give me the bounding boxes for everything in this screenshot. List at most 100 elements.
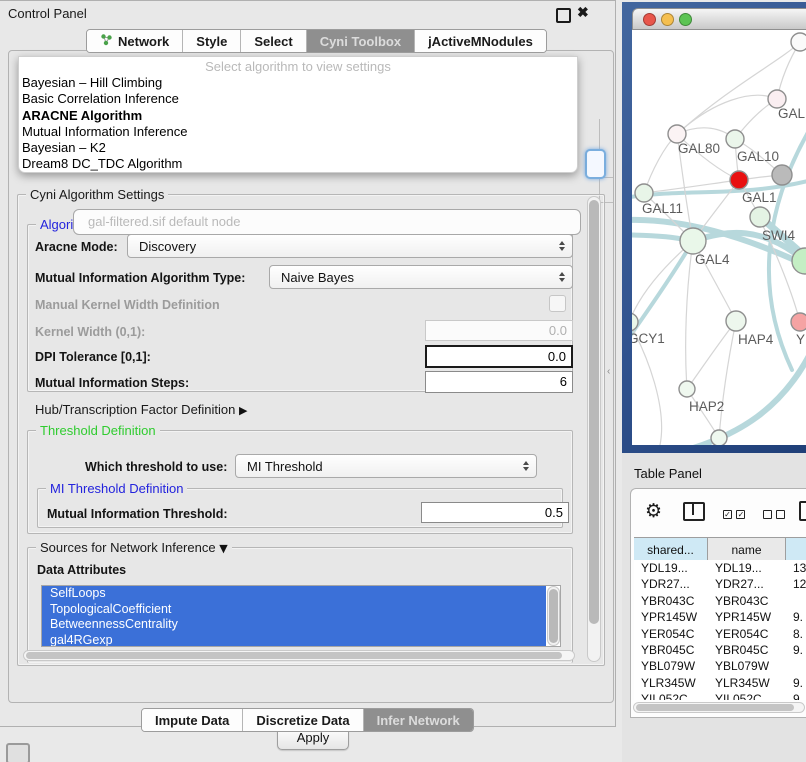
table-row[interactable]: YBR043CYBR043C [634,593,806,609]
table-row[interactable]: YDL19...YDL19...13 [634,560,806,576]
table-panel-title: Table Panel [634,466,702,481]
node-label-Y: Y [796,332,805,347]
dpi-tolerance-field[interactable]: 0.0 [425,345,573,368]
mi-threshold-field[interactable]: 0.5 [421,502,569,523]
network-node-node-bottom[interactable] [711,430,727,445]
table-hscrollbar[interactable] [633,702,805,713]
sources-group-title[interactable]: Sources for Network Inference ▼ [36,540,232,555]
table-row[interactable]: YIL052CYIL052C9 [634,691,806,700]
tab-style[interactable]: Style [183,30,241,52]
kernel-width-field[interactable]: 0.0 [425,320,573,341]
control-panel: Control Panel ✖ NetworkStyleSelectCyni T… [0,0,616,727]
network-node-node-top[interactable] [791,33,806,51]
table-cell: 9. [786,609,806,625]
tab-label: Select [254,34,292,49]
window-close-icon[interactable] [643,13,656,26]
float-icon[interactable] [556,8,571,23]
data-attributes-list[interactable]: SelfLoopsTopologicalCoefficientBetweenne… [41,585,561,647]
algorithm-option-dream8-dc-tdc-algorithm[interactable]: Dream8 DC_TDC Algorithm [19,156,577,172]
unchecked-pair-icon[interactable] [763,506,785,524]
bottom-tab-infer-network[interactable]: Infer Network [364,709,473,731]
table-hscrollbar-thumb[interactable] [636,704,794,711]
which-threshold-value: MI Threshold [247,459,323,474]
node-label-GAL: GAL [778,106,806,121]
tab-cyni-toolbox[interactable]: Cyni Toolbox [307,30,415,52]
column-header-name[interactable]: name [708,538,786,561]
table-cell: YER054C [708,626,786,642]
table-row[interactable]: YLR345WYLR345W9. [634,675,806,691]
algorithm-option-aracne-algorithm[interactable]: ARACNE Algorithm [19,108,577,124]
spinner-arrows-icon [559,272,565,282]
manual-kernel-checkbox[interactable] [549,295,566,312]
settings-scrollbar[interactable] [587,196,601,662]
tab-network[interactable]: Network [87,30,183,52]
table-row[interactable]: YPR145WYPR145W9. [634,609,806,625]
node-label-GAL11: GAL11 [642,201,683,216]
split-columns-icon[interactable] [683,502,705,521]
table-cell [786,593,806,609]
bottom-tab-impute-data[interactable]: Impute Data [142,709,243,731]
table-row[interactable]: YBL079WYBL079W [634,658,806,674]
tab-select[interactable]: Select [241,30,306,52]
sources-hscrollbar-thumb[interactable] [26,652,562,659]
table-header-row: shared...name [634,537,806,562]
aracne-mode-combo[interactable]: Discovery [127,234,573,258]
application-root: Control Panel ✖ NetworkStyleSelectCyni T… [0,0,806,762]
network-canvas[interactable]: GALGAL80GAL10GAL1SWI4GAL11GAL4GCY1HAP4YH… [632,30,806,445]
table-row[interactable]: YER054CYER054C8. [634,626,806,642]
hidden-combo-spinner-fragment[interactable] [585,149,606,179]
network-window-titlebar[interactable] [632,8,806,30]
table-row[interactable]: YDR27...YDR27...12 [634,576,806,592]
node-label-GAL10: GAL10 [737,149,779,164]
close-icon[interactable]: ✖ [577,4,589,21]
network-node-SWI4[interactable] [750,207,770,227]
network-node-GAL10[interactable] [726,130,744,148]
algorithm-option-bayesian-hill-climbing[interactable]: Bayesian – Hill Climbing [19,75,577,91]
attributes-scrollbar-thumb[interactable] [549,589,558,643]
table-cell: 9. [786,642,806,658]
algorithm-option-mutual-information-inference[interactable]: Mutual Information Inference [19,124,577,140]
hub-definition-section[interactable]: Hub/Transcription Factor Definition ▶ [35,402,247,417]
network-combo-fragment[interactable]: gal-filtered.sif default node [73,209,581,235]
network-node-GAL4[interactable] [680,228,706,254]
attribute-item-selfloops[interactable]: SelfLoops [42,586,546,602]
mi-threshold-label: Mutual Information Threshold: [47,507,228,521]
which-threshold-combo[interactable]: MI Threshold [235,454,537,478]
attribute-item-gal4rgexp[interactable]: gal4RGexp [42,633,546,648]
network-node-GAL1[interactable] [730,171,748,189]
algorithm-option-basic-correlation-inference[interactable]: Basic Correlation Inference [19,91,577,107]
mi-type-combo[interactable]: Naive Bayes [269,265,573,289]
document-icon[interactable] [799,501,806,521]
table-cell: 8. [786,626,806,642]
tab-label: Impute Data [155,713,229,728]
algorithm-option-bayesian-k2[interactable]: Bayesian – K2 [19,140,577,156]
window-minimize-icon[interactable] [661,13,674,26]
network-node-GAL11[interactable] [635,184,653,202]
table-cell: 12 [786,576,806,592]
network-node-HAP4[interactable] [726,311,746,331]
table-cell: YBR043C [634,593,708,609]
column-header-2[interactable] [786,538,806,561]
sources-hscrollbar[interactable] [23,650,575,661]
network-node-HAP2[interactable] [679,381,695,397]
settings-scrollbar-thumb[interactable] [589,200,599,624]
checked-pair-icon[interactable]: ✓ ✓ [723,506,745,524]
table-row[interactable]: YBR045CYBR045C9. [634,642,806,658]
window-zoom-icon[interactable] [679,13,692,26]
table-cell [786,658,806,674]
gear-icon[interactable]: ⚙ [645,500,662,522]
bottom-tab-discretize-data[interactable]: Discretize Data [243,709,363,731]
node-label-GAL4: GAL4 [695,252,730,267]
network-node-Y[interactable] [791,313,806,331]
network-node-node-gray[interactable] [772,165,792,185]
kernel-width-label: Kernel Width (0,1): [35,325,145,339]
column-header-shared-[interactable]: shared... [634,538,708,561]
attribute-item-betweennesscentrality[interactable]: BetweennessCentrality [42,617,546,633]
splitter-handle[interactable]: ‹ [607,366,610,377]
table-cell: 9. [786,675,806,691]
panel-corner-icon[interactable] [6,743,30,762]
tab-jactivemnodules[interactable]: jActiveMNodules [415,30,546,52]
attribute-item-topologicalcoefficient[interactable]: TopologicalCoefficient [42,602,546,618]
attributes-scrollbar[interactable] [547,586,560,646]
mi-steps-field[interactable]: 6 [425,371,573,393]
